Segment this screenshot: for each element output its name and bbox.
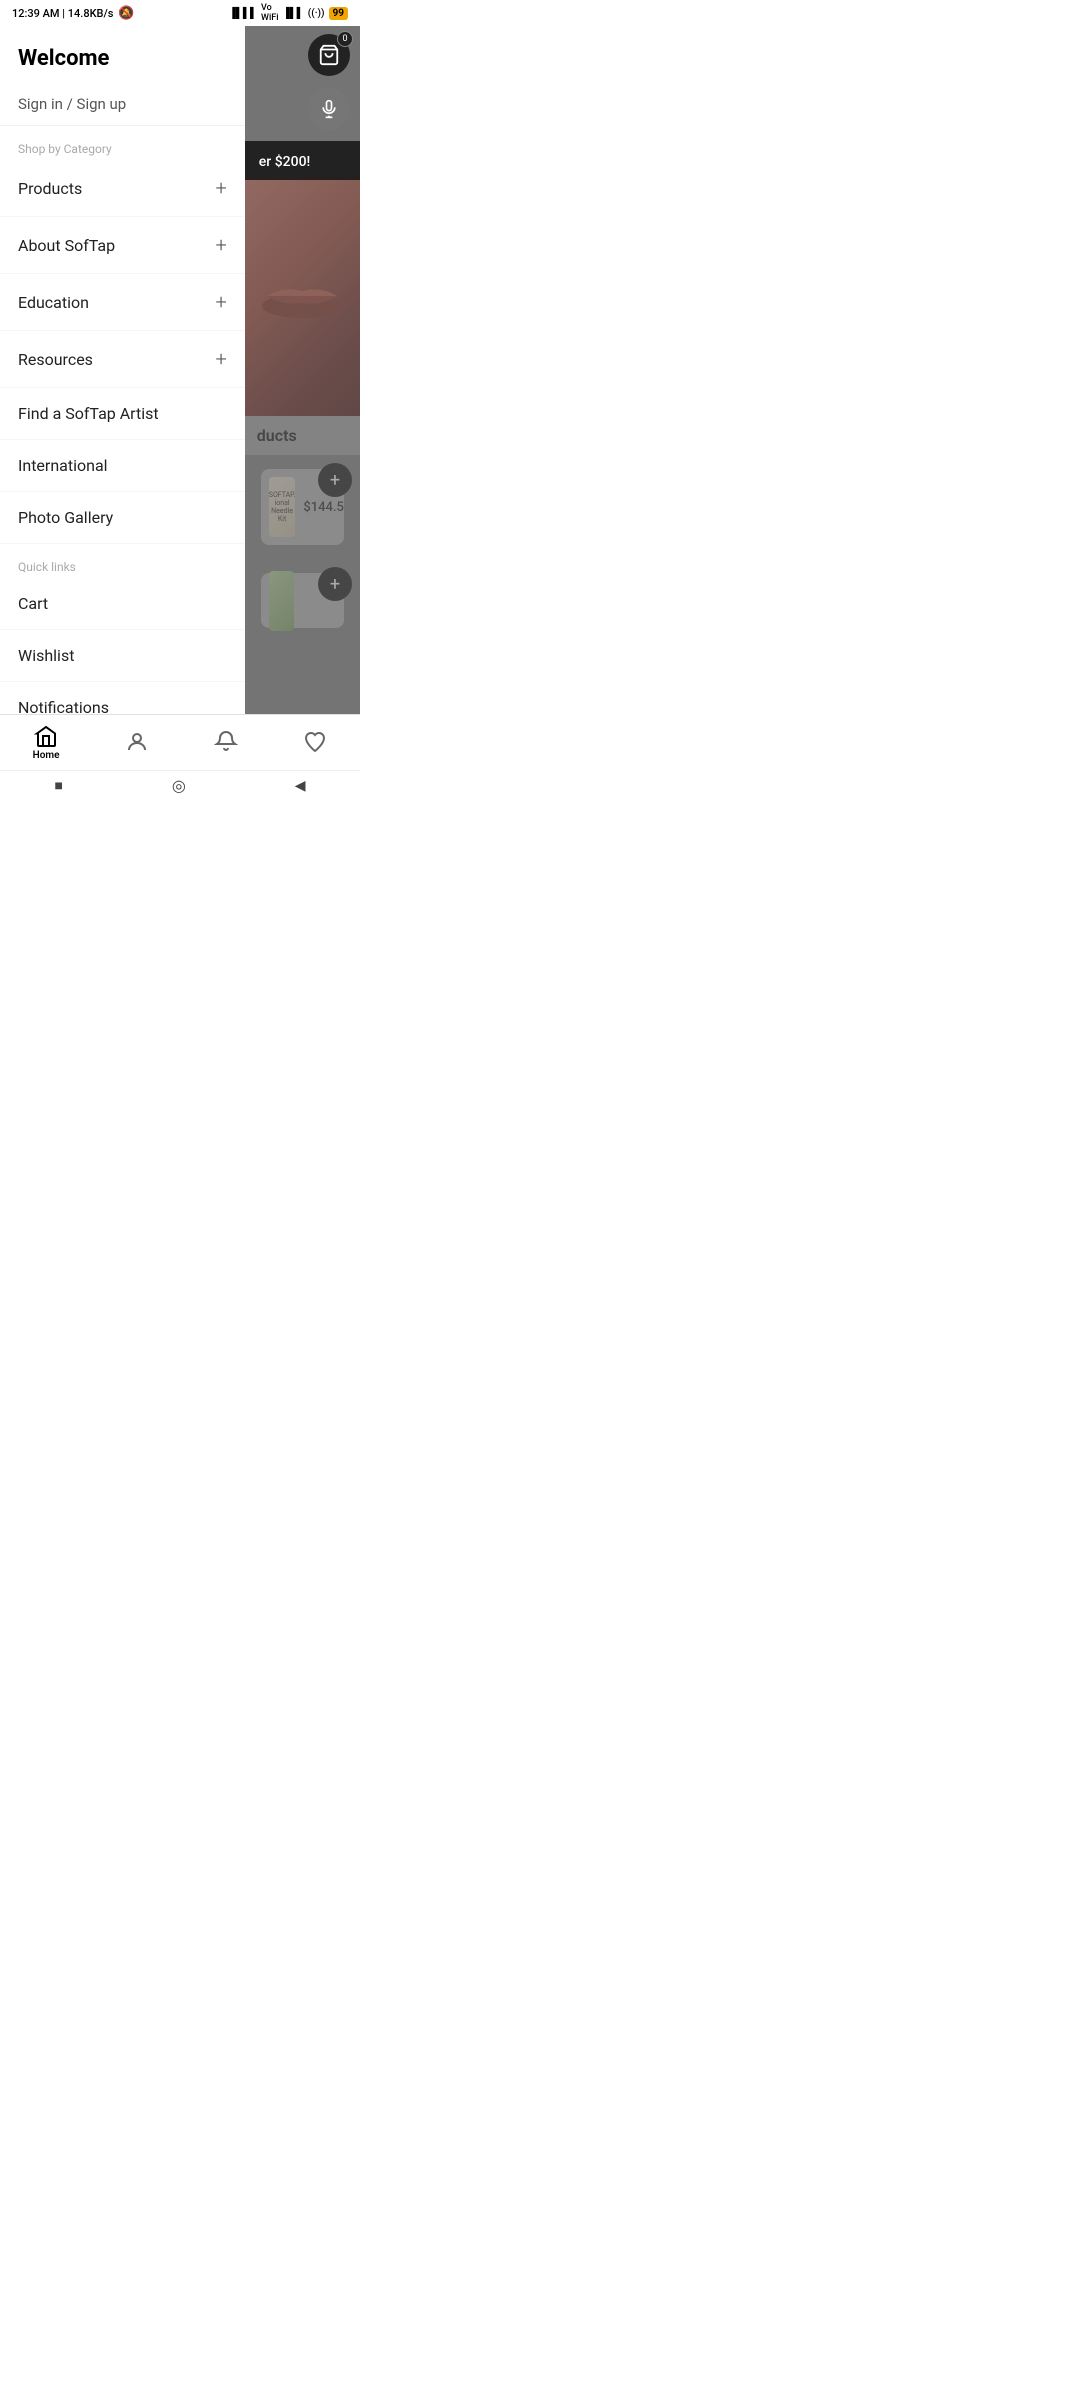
mic-button[interactable] (308, 88, 350, 130)
about-softap-label: About SofTap (18, 236, 115, 255)
background-content: 0 er $200! (245, 26, 360, 714)
cart-count-badge: 0 (337, 31, 353, 47)
about-softap-expand-icon: + (215, 233, 226, 257)
cart-label: Cart (18, 594, 48, 613)
nav-home[interactable]: Home (33, 724, 60, 761)
resources-expand-icon: + (215, 347, 226, 371)
nav-home-label: Home (33, 750, 60, 761)
android-home-button[interactable]: ◎ (172, 776, 186, 795)
quick-links-label: Quick links (0, 544, 245, 578)
promo-banner: er $200! (245, 141, 360, 180)
products-label: Products (18, 179, 82, 198)
resources-label: Resources (18, 350, 93, 369)
sidebar-item-about-softap[interactable]: About SofTap + (0, 217, 245, 274)
wishlist-label: Wishlist (18, 646, 74, 665)
sidebar-item-products[interactable]: Products + (0, 160, 245, 217)
sidebar-item-find-artist[interactable]: Find a SofTap Artist (0, 388, 245, 440)
vo-wifi-label: VoWiFi (261, 3, 278, 23)
sidebar-drawer: Welcome Sign in / Sign up Shop by Catego… (0, 26, 245, 714)
education-expand-icon: + (215, 290, 226, 314)
android-square-button[interactable]: ■ (54, 777, 62, 794)
signal-icon: ▐▌▌▌ (229, 8, 257, 19)
cart-button[interactable]: 0 (308, 34, 350, 76)
main-wrapper: Welcome Sign in / Sign up Shop by Catego… (0, 26, 360, 714)
cart-icon (318, 44, 340, 66)
android-nav-bar: ■ ◎ ◀ (0, 770, 360, 800)
sidebar-item-cart[interactable]: Cart (0, 578, 245, 630)
status-time-speed: 12:39 AM | 14.8KB/s 🔕 (12, 6, 134, 21)
nav-wishlist[interactable] (303, 730, 327, 756)
sidebar-welcome-title: Welcome (18, 46, 227, 71)
account-icon (125, 730, 149, 754)
mic-icon (319, 99, 339, 119)
bottom-nav: Home (0, 714, 360, 770)
international-label: International (18, 456, 108, 475)
heart-icon (303, 730, 327, 754)
promo-text: er $200! (259, 154, 310, 170)
battery-level: 99 (329, 7, 348, 20)
status-bar: 12:39 AM | 14.8KB/s 🔕 ▐▌▌▌ VoWiFi ▐▌▌ ((… (0, 0, 360, 26)
sidebar-item-notifications[interactable]: Notifications (0, 682, 245, 714)
sidebar-item-resources[interactable]: Resources + (0, 331, 245, 388)
notifications-label: Notifications (18, 698, 109, 714)
nav-notifications[interactable] (214, 730, 238, 756)
products-expand-icon: + (215, 176, 226, 200)
find-artist-label: Find a SofTap Artist (18, 404, 159, 423)
wifi-icon: ▐▌▌ (283, 8, 304, 19)
sidebar-item-education[interactable]: Education + (0, 274, 245, 331)
android-back-button[interactable]: ◀ (295, 778, 306, 794)
shop-by-category-label: Shop by Category (0, 126, 245, 160)
sidebar-item-photo-gallery[interactable]: Photo Gallery (0, 492, 245, 544)
education-label: Education (18, 293, 89, 312)
sidebar-item-international[interactable]: International (0, 440, 245, 492)
bell-icon (214, 730, 238, 754)
sidebar-signin-link[interactable]: Sign in / Sign up (18, 95, 227, 113)
status-right: ▐▌▌▌ VoWiFi ▐▌▌ ((·)) 99 (229, 3, 348, 23)
sidebar-item-wishlist[interactable]: Wishlist (0, 630, 245, 682)
sidebar-header: Welcome Sign in / Sign up (0, 26, 245, 126)
home-icon (34, 724, 58, 748)
nav-account[interactable] (125, 730, 149, 756)
photo-gallery-label: Photo Gallery (18, 508, 113, 527)
wifi-signal-icon: ((·)) (308, 8, 325, 19)
